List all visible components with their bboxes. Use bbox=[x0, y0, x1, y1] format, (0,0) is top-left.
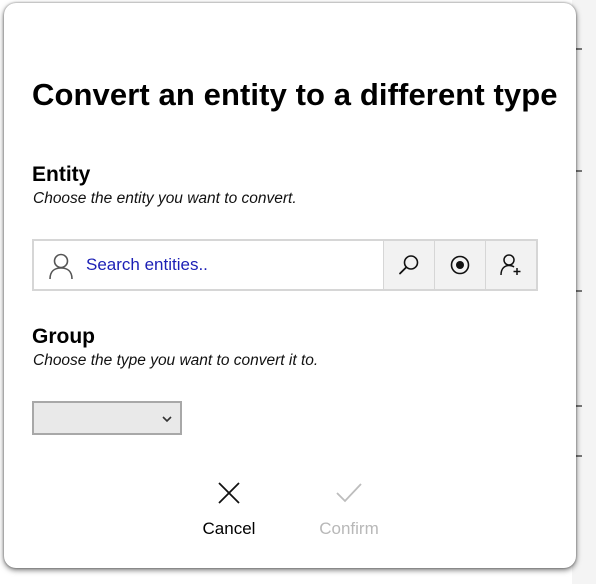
background-mark bbox=[576, 170, 582, 172]
confirm-button[interactable]: Confirm bbox=[294, 477, 404, 547]
entity-description: Choose the entity you want to convert. bbox=[33, 190, 297, 207]
cancel-button[interactable]: Cancel bbox=[174, 477, 284, 547]
confirm-label: Confirm bbox=[319, 519, 379, 538]
convert-entity-dialog: Convert an entity to a different type En… bbox=[4, 3, 576, 568]
search-button[interactable] bbox=[383, 241, 434, 289]
target-icon bbox=[449, 254, 471, 276]
add-entity-button[interactable] bbox=[485, 241, 536, 289]
checkmark-icon bbox=[335, 477, 363, 509]
background-mark bbox=[576, 48, 582, 50]
add-person-icon bbox=[499, 253, 523, 277]
group-description: Choose the type you want to convert it t… bbox=[33, 352, 319, 369]
background-mark bbox=[576, 405, 582, 407]
entity-search-box bbox=[32, 239, 538, 291]
entity-heading: Entity bbox=[32, 163, 91, 186]
dialog-title: Convert an entity to a different type bbox=[32, 77, 558, 112]
background-mark bbox=[576, 455, 582, 457]
select-entity-button[interactable] bbox=[434, 241, 485, 289]
entity-search-input[interactable] bbox=[86, 241, 366, 289]
entity-search-field[interactable] bbox=[34, 241, 383, 289]
person-icon bbox=[48, 252, 74, 280]
group-dropdown[interactable] bbox=[32, 401, 182, 435]
close-icon bbox=[217, 477, 241, 509]
group-heading: Group bbox=[32, 325, 95, 348]
background-mark bbox=[576, 290, 582, 292]
cancel-label: Cancel bbox=[202, 519, 256, 538]
chevron-down-icon bbox=[162, 410, 172, 426]
search-icon bbox=[397, 253, 421, 277]
